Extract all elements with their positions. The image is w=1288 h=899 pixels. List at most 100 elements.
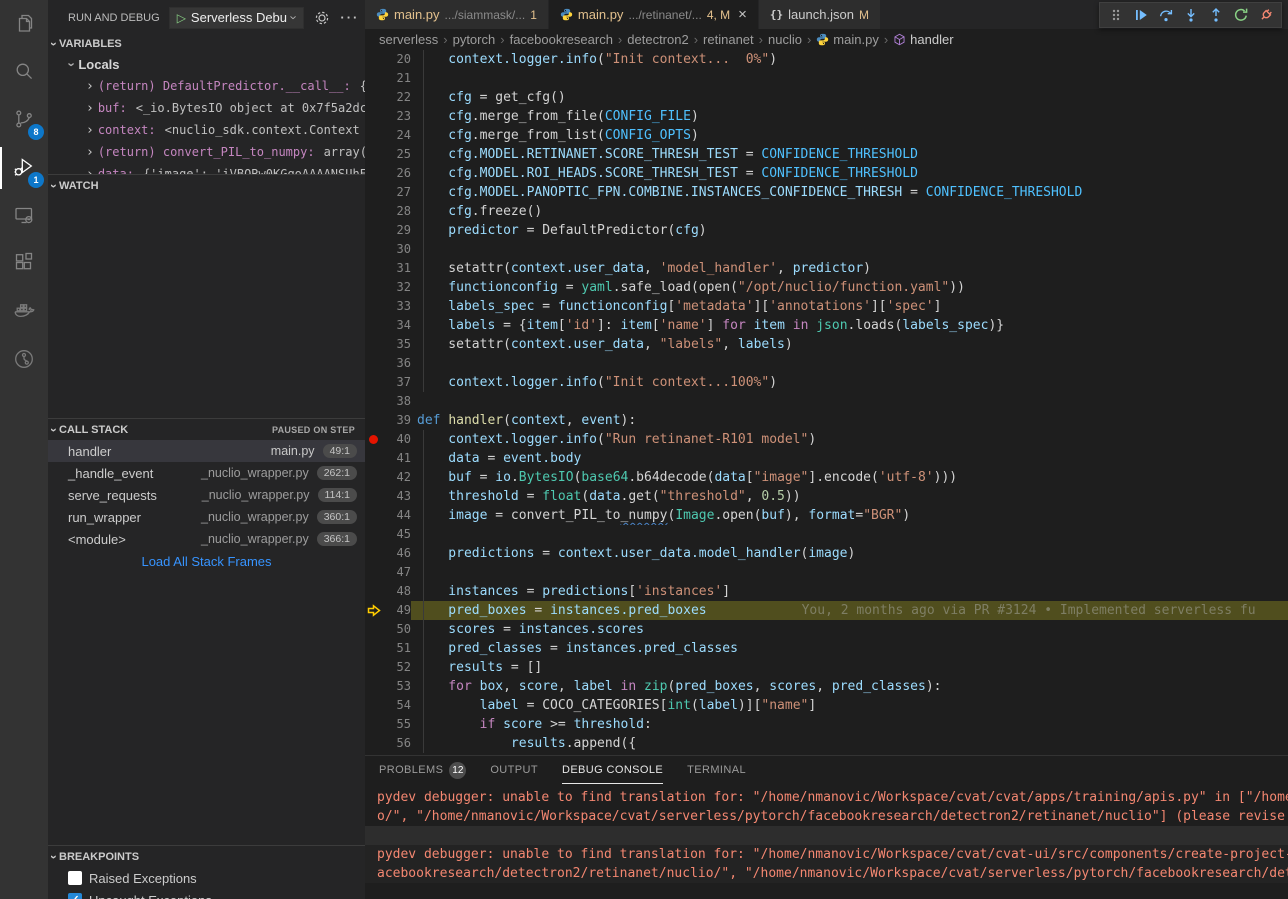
disconnect-button[interactable]	[1253, 3, 1278, 27]
gutter[interactable]	[365, 449, 383, 468]
code-line-55[interactable]: 55 if score >= threshold:	[365, 715, 1288, 734]
activity-explorer[interactable]	[0, 0, 48, 48]
gutter[interactable]	[365, 164, 383, 183]
gutter[interactable]	[365, 278, 383, 297]
gutter[interactable]	[365, 639, 383, 658]
code-line-44[interactable]: 44 image = convert_PIL_to_numpy(Image.op…	[365, 506, 1288, 525]
gutter[interactable]	[365, 468, 383, 487]
panel-tab-problems[interactable]: PROBLEMS12	[379, 756, 466, 784]
breadcrumb-item-handler[interactable]: handler	[893, 32, 953, 47]
variables-section-header[interactable]: › VARIABLES	[48, 35, 365, 53]
breadcrumb-item-main.py[interactable]: main.py	[816, 32, 879, 47]
code-line-21[interactable]: 21	[365, 69, 1288, 88]
continue-button[interactable]	[1128, 3, 1153, 27]
code-line-39[interactable]: 39def handler(context, event):	[365, 411, 1288, 430]
gutter[interactable]	[365, 506, 383, 525]
gutter[interactable]	[365, 487, 383, 506]
code-line-46[interactable]: 46 predictions = context.user_data.model…	[365, 544, 1288, 563]
gear-icon[interactable]	[314, 10, 330, 26]
activity-run-debug[interactable]: 1	[0, 144, 48, 192]
breadcrumb-item-serverless[interactable]: serverless	[379, 32, 438, 47]
gutter[interactable]	[365, 373, 383, 392]
gutter[interactable]	[365, 240, 383, 259]
load-all-stack-frames-link[interactable]: Load All Stack Frames	[48, 550, 365, 572]
step-into-button[interactable]	[1178, 3, 1203, 27]
code-line-51[interactable]: 51 pred_classes = instances.pred_classes	[365, 639, 1288, 658]
stack-frame-_handle_event[interactable]: _handle_event_nuclio_wrapper.py262:1	[48, 462, 365, 484]
code-line-31[interactable]: 31 setattr(context.user_data, 'model_han…	[365, 259, 1288, 278]
gutter[interactable]	[365, 316, 383, 335]
activity-search[interactable]	[0, 48, 48, 96]
stack-frame-run_wrapper[interactable]: run_wrapper_nuclio_wrapper.py360:1	[48, 506, 365, 528]
step-over-button[interactable]	[1153, 3, 1178, 27]
gutter[interactable]	[365, 677, 383, 696]
code-line-40[interactable]: 40 context.logger.info("Run retinanet-R1…	[365, 430, 1288, 449]
gutter[interactable]	[365, 145, 383, 164]
panel-tab-output[interactable]: OUTPUT	[490, 756, 538, 784]
editor-tab-main.py[interactable]: main.py.../siammask/...1	[365, 0, 549, 29]
breakpoint-option[interactable]: Raised Exceptions	[48, 867, 365, 889]
variables-scope-locals[interactable]: › Locals	[48, 53, 365, 75]
gutter[interactable]	[365, 563, 383, 582]
code-line-29[interactable]: 29 predictor = DefaultPredictor(cfg)	[365, 221, 1288, 240]
breakpoint-gutter[interactable]	[365, 430, 383, 449]
code-line-54[interactable]: 54 label = COCO_CATEGORIES[int(label)]["…	[365, 696, 1288, 715]
code-line-48[interactable]: 48 instances = predictions['instances']	[365, 582, 1288, 601]
activity-docker[interactable]	[0, 288, 48, 336]
breakpoint-option[interactable]: ✓Uncaught Exceptions	[48, 889, 365, 899]
gutter[interactable]	[365, 658, 383, 677]
breadcrumb-item-facebookresearch[interactable]: facebookresearch	[510, 32, 613, 47]
gutter[interactable]	[365, 354, 383, 373]
variable-row[interactable]: ›(return) DefaultPredictor.__call__:{'in…	[48, 75, 365, 97]
step-out-button[interactable]	[1203, 3, 1228, 27]
gutter[interactable]	[365, 50, 383, 69]
stack-frame-serve_requests[interactable]: serve_requests_nuclio_wrapper.py114:1	[48, 484, 365, 506]
code-line-28[interactable]: 28 cfg.freeze()	[365, 202, 1288, 221]
activity-source-control[interactable]: 8	[0, 96, 48, 144]
code-line-53[interactable]: 53 for box, score, label in zip(pred_box…	[365, 677, 1288, 696]
gutter[interactable]	[365, 183, 383, 202]
current-step-gutter[interactable]	[365, 601, 383, 620]
code-line-41[interactable]: 41 data = event.body	[365, 449, 1288, 468]
code-line-36[interactable]: 36	[365, 354, 1288, 373]
breakpoints-section-header[interactable]: › BREAKPOINTS	[48, 845, 365, 867]
variable-row[interactable]: ›(return) convert_PIL_to_numpy:array([[[…	[48, 141, 365, 163]
code-line-52[interactable]: 52 results = []	[365, 658, 1288, 677]
editor-tab-main.py[interactable]: main.py.../retinanet/...4, M×	[549, 0, 759, 29]
code-line-34[interactable]: 34 labels = {item['id']: item['name'] fo…	[365, 316, 1288, 335]
gutter[interactable]	[365, 69, 383, 88]
code-line-33[interactable]: 33 labels_spec = functionconfig['metadat…	[365, 297, 1288, 316]
gutter[interactable]	[365, 297, 383, 316]
breadcrumb-item-detectron2[interactable]: detectron2	[627, 32, 688, 47]
code-line-20[interactable]: 20 context.logger.info("Init context... …	[365, 50, 1288, 69]
code-line-49[interactable]: 49 pred_boxes = instances.pred_boxesYou,…	[365, 601, 1288, 620]
code-editor[interactable]: 20 context.logger.info("Init context... …	[365, 50, 1288, 755]
close-icon[interactable]: ×	[738, 7, 747, 22]
code-line-22[interactable]: 22 cfg = get_cfg()	[365, 88, 1288, 107]
stack-frame-<module>[interactable]: <module>_nuclio_wrapper.py366:1	[48, 528, 365, 550]
gutter[interactable]	[365, 335, 383, 354]
gutter[interactable]	[365, 544, 383, 563]
gutter[interactable]	[365, 620, 383, 639]
panel-tab-terminal[interactable]: TERMINAL	[687, 756, 746, 784]
watch-section-header[interactable]: › WATCH	[48, 174, 365, 196]
code-line-50[interactable]: 50 scores = instances.scores	[365, 620, 1288, 639]
gutter[interactable]	[365, 259, 383, 278]
gutter[interactable]	[365, 411, 383, 430]
code-line-24[interactable]: 24 cfg.merge_from_list(CONFIG_OPTS)	[365, 126, 1288, 145]
gutter[interactable]	[365, 696, 383, 715]
gutter[interactable]	[365, 202, 383, 221]
code-line-38[interactable]: 38	[365, 392, 1288, 411]
checkbox[interactable]: ✓	[68, 893, 82, 899]
checkbox[interactable]	[68, 871, 82, 885]
gutter[interactable]	[365, 221, 383, 240]
variable-row[interactable]: ›buf:<_io.BytesIO object at 0x7f5a2dc1ec…	[48, 97, 365, 119]
breadcrumb-item-nuclio[interactable]: nuclio	[768, 32, 802, 47]
gutter[interactable]	[365, 582, 383, 601]
code-line-45[interactable]: 45	[365, 525, 1288, 544]
code-line-56[interactable]: 56 results.append({	[365, 734, 1288, 753]
code-line-42[interactable]: 42 buf = io.BytesIO(base64.b64decode(dat…	[365, 468, 1288, 487]
gutter[interactable]	[365, 715, 383, 734]
code-line-25[interactable]: 25 cfg.MODEL.RETINANET.SCORE_THRESH_TEST…	[365, 145, 1288, 164]
stack-frame-handler[interactable]: handlermain.py49:1	[48, 440, 365, 462]
